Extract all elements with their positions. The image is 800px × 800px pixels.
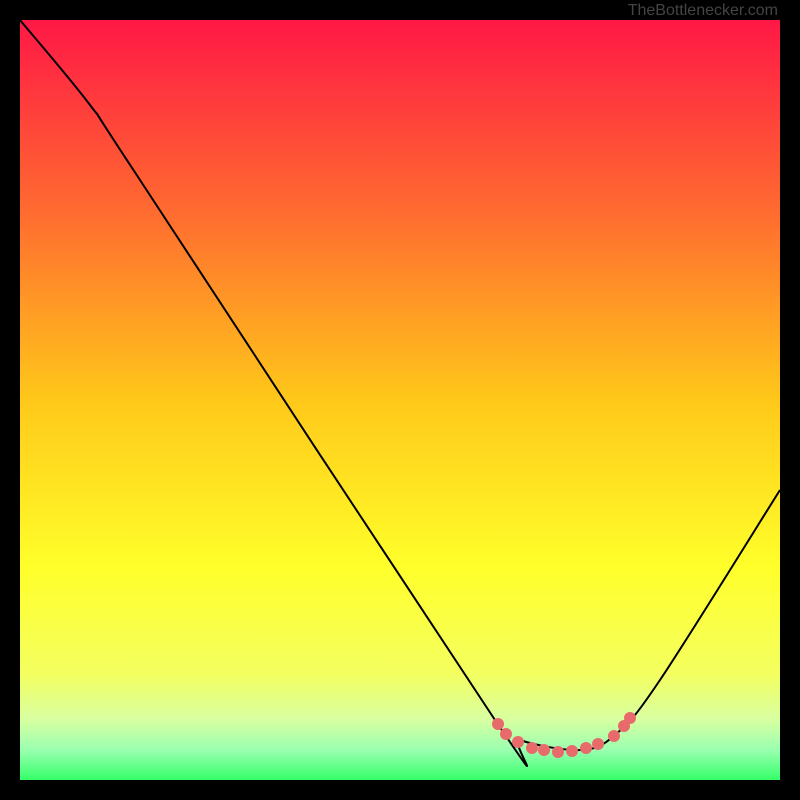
data-dot: [552, 746, 564, 758]
data-dot: [580, 742, 592, 754]
data-dot: [538, 744, 550, 756]
data-dot: [566, 745, 578, 757]
data-dot: [500, 728, 512, 740]
plot-frame: [20, 20, 780, 780]
data-dot: [592, 738, 604, 750]
data-dot: [526, 742, 538, 754]
data-dot: [512, 736, 524, 748]
chart-canvas: [20, 20, 780, 780]
data-dot: [492, 718, 504, 730]
data-dot: [608, 730, 620, 742]
attribution-label: TheBottlenecker.com: [628, 2, 778, 20]
data-dot: [624, 712, 636, 724]
gradient-background: [20, 20, 780, 780]
